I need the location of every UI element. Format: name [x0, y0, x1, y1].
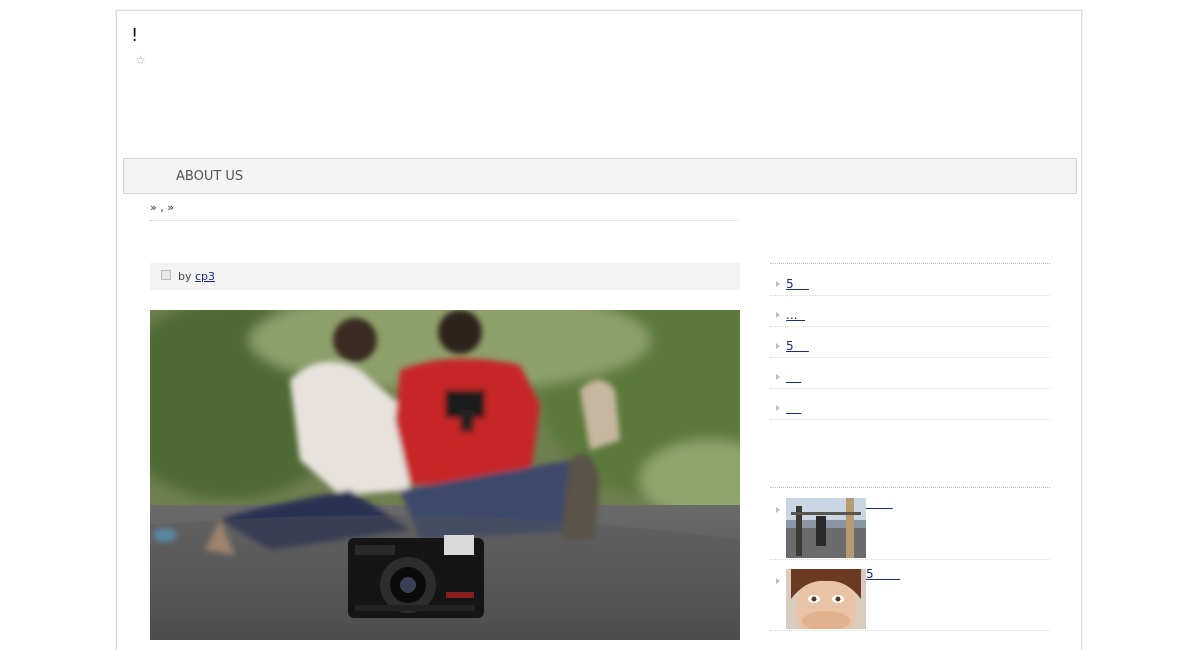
- recent-post-link[interactable]: 5: [786, 277, 809, 291]
- featured-image[interactable]: [150, 310, 740, 640]
- thumbnail-posts-list: 5: [770, 489, 1050, 631]
- list-item: 5: [770, 265, 1050, 296]
- thumbnail-post-link[interactable]: 5: [866, 567, 900, 581]
- bullet-arrow-icon: [776, 405, 780, 411]
- post-meta-bar: by cp3: [150, 263, 740, 290]
- site-title[interactable]: !: [131, 25, 138, 46]
- list-item: [770, 489, 1050, 560]
- thumbnail-illustration: [786, 498, 866, 558]
- recent-post-link[interactable]: ...: [786, 308, 805, 322]
- recent-post-link[interactable]: [786, 401, 801, 415]
- list-item: 5: [770, 327, 1050, 358]
- bullet-arrow-icon: [776, 281, 780, 287]
- main-navigation: ABOUT US: [123, 158, 1077, 194]
- breadcrumb: » , »: [150, 201, 738, 221]
- bullet-arrow-icon: [776, 507, 780, 513]
- nav-item-about-us[interactable]: ABOUT US: [176, 169, 243, 184]
- bullet-arrow-icon: [776, 343, 780, 349]
- author-link[interactable]: cp3: [195, 270, 215, 283]
- thumbnail-illustration: [786, 569, 866, 629]
- list-item: ...: [770, 296, 1050, 327]
- star-icon: ☆: [135, 53, 146, 67]
- list-item: [770, 389, 1050, 420]
- widget-divider-thumbs: [770, 487, 1050, 488]
- post-format-icon: [161, 270, 171, 280]
- widget-divider-recent: [770, 263, 1050, 264]
- post-thumbnail[interactable]: [786, 498, 866, 558]
- bullet-arrow-icon: [776, 578, 780, 584]
- thumbnail-post-link[interactable]: [866, 496, 893, 510]
- post-byline: by cp3: [178, 270, 215, 283]
- featured-photo-illustration: [150, 310, 740, 640]
- post-thumbnail[interactable]: [786, 569, 866, 629]
- page-container: ! ☆ ABOUT US » , » by cp3 5 ... 5 5: [116, 10, 1082, 650]
- bullet-arrow-icon: [776, 312, 780, 318]
- bullet-arrow-icon: [776, 374, 780, 380]
- list-item: [770, 358, 1050, 389]
- list-item: 5: [770, 560, 1050, 631]
- recent-post-link[interactable]: 5: [786, 339, 809, 353]
- by-label: by: [178, 270, 192, 283]
- recent-posts-list: 5 ... 5: [770, 265, 1050, 420]
- recent-post-link[interactable]: [786, 370, 801, 384]
